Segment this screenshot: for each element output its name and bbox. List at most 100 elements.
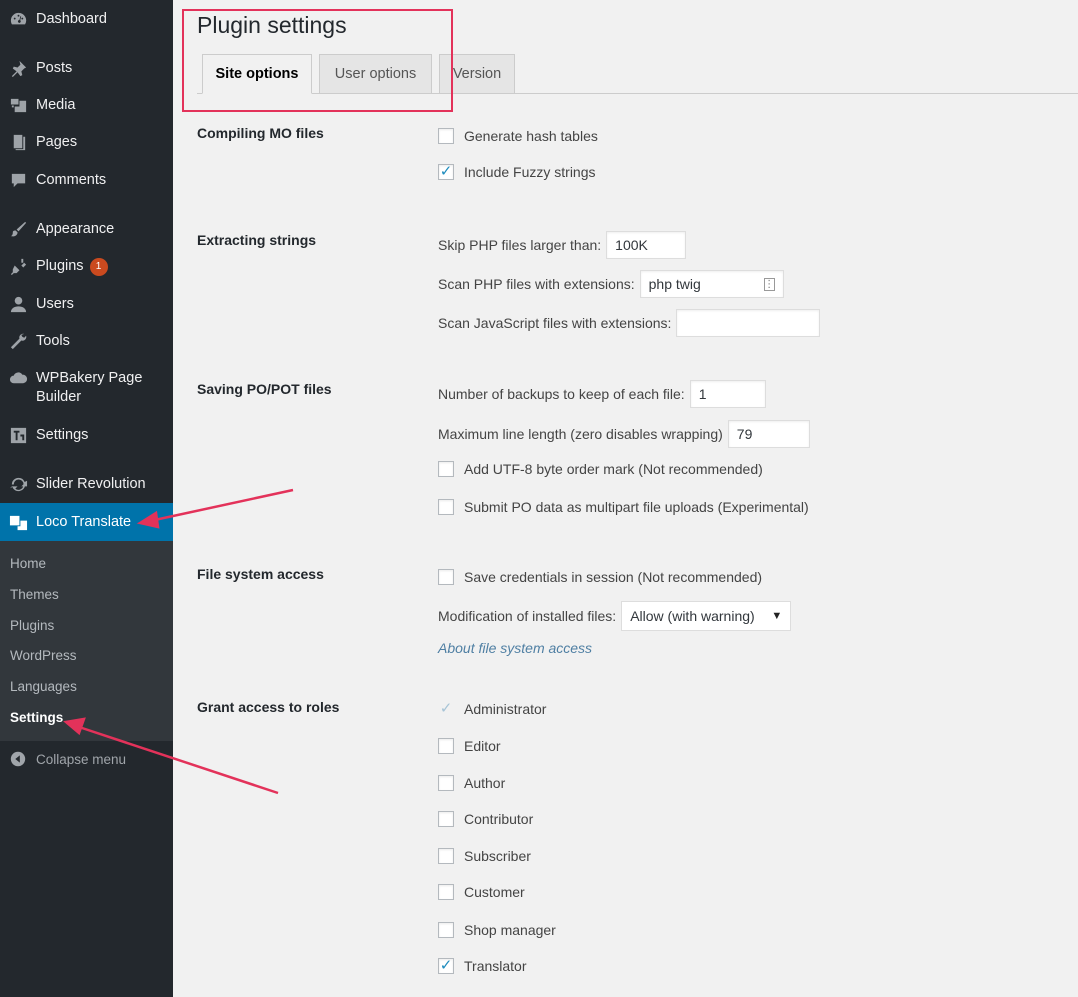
submenu-plugins[interactable]: Plugins: [10, 618, 54, 633]
submenu-home[interactable]: Home: [10, 556, 46, 571]
resize-handle-icon: ⋮: [763, 277, 775, 291]
role-label: Customer: [464, 884, 525, 900]
submenu-languages[interactable]: Languages: [10, 679, 77, 694]
user-icon: [0, 295, 36, 314]
role-row[interactable]: Author: [438, 775, 505, 791]
menu-dashboard[interactable]: Dashboard: [0, 10, 173, 29]
menu-pages[interactable]: Pages: [0, 133, 173, 152]
menu-label: Tools: [36, 333, 70, 349]
role-author-checkbox[interactable]: [438, 775, 454, 791]
scan-js-input[interactable]: [676, 309, 821, 337]
save-credentials-label: Save credentials in session (Not recomme…: [464, 569, 763, 585]
pin-icon: [0, 59, 36, 78]
menu-label: Plugins 1: [36, 257, 108, 276]
save-credentials-row[interactable]: Save credentials in session (Not recomme…: [438, 569, 762, 585]
modification-row: Modification of installed files: Allow (…: [438, 601, 792, 631]
role-row[interactable]: Shop manager: [438, 922, 556, 938]
menu-slider-revolution[interactable]: Slider Revolution: [0, 475, 173, 494]
multipart-row[interactable]: Submit PO data as multipart file uploads…: [438, 499, 809, 515]
scan-js-row: Scan JavaScript files with extensions:: [438, 309, 821, 337]
pages-icon: [0, 133, 36, 152]
utf8-bom-row[interactable]: Add UTF-8 byte order mark (Not recommend…: [438, 461, 763, 477]
menu-label: Loco Translate: [36, 513, 132, 530]
menu-label: Posts: [36, 60, 73, 76]
role-shop-manager-checkbox[interactable]: [438, 922, 454, 938]
role-editor-checkbox[interactable]: [438, 738, 454, 754]
include-fuzzy-row[interactable]: Include Fuzzy strings: [438, 164, 596, 180]
comment-icon: [0, 171, 36, 190]
role-customer-checkbox[interactable]: [438, 884, 454, 900]
plugin-icon: [0, 257, 36, 276]
generate-hash-label: Generate hash tables: [464, 128, 598, 144]
menu-loco-translate[interactable]: Loco Translate: [0, 503, 173, 541]
multipart-checkbox[interactable]: [438, 499, 454, 515]
scan-php-label: Scan PHP files with extensions:: [438, 276, 635, 292]
refresh-icon: [0, 475, 36, 494]
modification-select[interactable]: Allow (with warning) ▼: [621, 601, 792, 631]
role-label: Author: [464, 775, 506, 791]
role-row[interactable]: Editor: [438, 738, 501, 754]
menu-comments[interactable]: Comments: [0, 171, 173, 190]
utf8-bom-label: Add UTF-8 byte order mark (Not recommend…: [464, 461, 763, 477]
submenu-themes[interactable]: Themes: [10, 587, 59, 602]
generate-hash-checkbox[interactable]: [438, 128, 454, 144]
line-length-label: Maximum line length (zero disables wrapp…: [438, 426, 723, 442]
include-fuzzy-checkbox[interactable]: [438, 164, 454, 180]
role-label: Editor: [464, 738, 501, 754]
include-fuzzy-label: Include Fuzzy strings: [464, 164, 596, 180]
generate-hash-row[interactable]: Generate hash tables: [438, 128, 598, 144]
menu-wpbakery[interactable]: WPBakery Page Builder: [0, 369, 173, 407]
dashboard-icon: [0, 10, 36, 29]
collapse-menu-button[interactable]: Collapse menu: [0, 750, 173, 768]
role-contributor-checkbox[interactable]: [438, 811, 454, 827]
role-label: Translator: [464, 958, 527, 974]
utf8-bom-checkbox[interactable]: [438, 461, 454, 477]
wrench-icon: [0, 332, 36, 351]
role-row[interactable]: Translator: [438, 958, 527, 974]
section-roles-label: Grant access to roles: [197, 699, 340, 715]
skip-php-input[interactable]: 100K: [606, 231, 687, 259]
menu-settings[interactable]: Settings: [0, 426, 173, 445]
skip-php-label: Skip PHP files larger than:: [438, 237, 602, 253]
role-row[interactable]: Subscriber: [438, 848, 531, 864]
role-row[interactable]: Contributor: [438, 811, 533, 827]
menu-tools[interactable]: Tools: [0, 332, 173, 351]
menu-posts[interactable]: Posts: [0, 59, 173, 78]
menu-label: Comments: [36, 172, 107, 188]
brush-icon: [0, 220, 36, 239]
collapse-icon: [0, 750, 36, 768]
cloud-icon: [0, 369, 36, 388]
role-translator-checkbox[interactable]: [438, 958, 454, 974]
menu-label: Dashboard: [36, 11, 107, 27]
scan-php-row: Scan PHP files with extensions: php twig…: [438, 270, 784, 298]
menu-appearance[interactable]: Appearance: [0, 220, 173, 239]
role-administrator-checkbox: [438, 701, 454, 717]
menu-media[interactable]: Media: [0, 96, 173, 115]
role-subscriber-checkbox[interactable]: [438, 848, 454, 864]
skip-php-row: Skip PHP files larger than: 100K: [438, 231, 687, 259]
about-filesystem-link[interactable]: About file system access: [438, 640, 592, 656]
section-extracting-label: Extracting strings: [197, 232, 317, 248]
collapse-label: Collapse menu: [36, 751, 127, 767]
line-length-row: Maximum line length (zero disables wrapp…: [438, 420, 810, 448]
media-icon: [0, 96, 36, 115]
submenu-settings[interactable]: Settings: [10, 710, 63, 725]
admin-sidebar: Dashboard Posts Media Pages Comments App…: [0, 0, 173, 997]
role-row[interactable]: Customer: [438, 884, 525, 900]
translate-icon: [0, 513, 36, 532]
menu-label: Appearance: [36, 221, 115, 237]
role-label: Shop manager: [464, 922, 556, 938]
save-credentials-checkbox[interactable]: [438, 569, 454, 585]
menu-users[interactable]: Users: [0, 295, 173, 314]
scan-php-input[interactable]: php twig ⋮: [639, 270, 784, 298]
dropdown-arrow-icon: ▼: [771, 610, 783, 622]
line-length-input[interactable]: 79: [727, 420, 810, 448]
submenu-wordpress[interactable]: WordPress: [10, 648, 77, 663]
role-label: Subscriber: [464, 848, 531, 864]
backups-input[interactable]: 1: [689, 380, 766, 408]
menu-plugins[interactable]: Plugins 1: [0, 257, 173, 276]
menu-label: Settings: [36, 427, 89, 443]
annotation-highlight-box: [182, 9, 453, 112]
menu-label: Slider Revolution: [36, 476, 146, 492]
menu-label: Media: [36, 97, 76, 113]
